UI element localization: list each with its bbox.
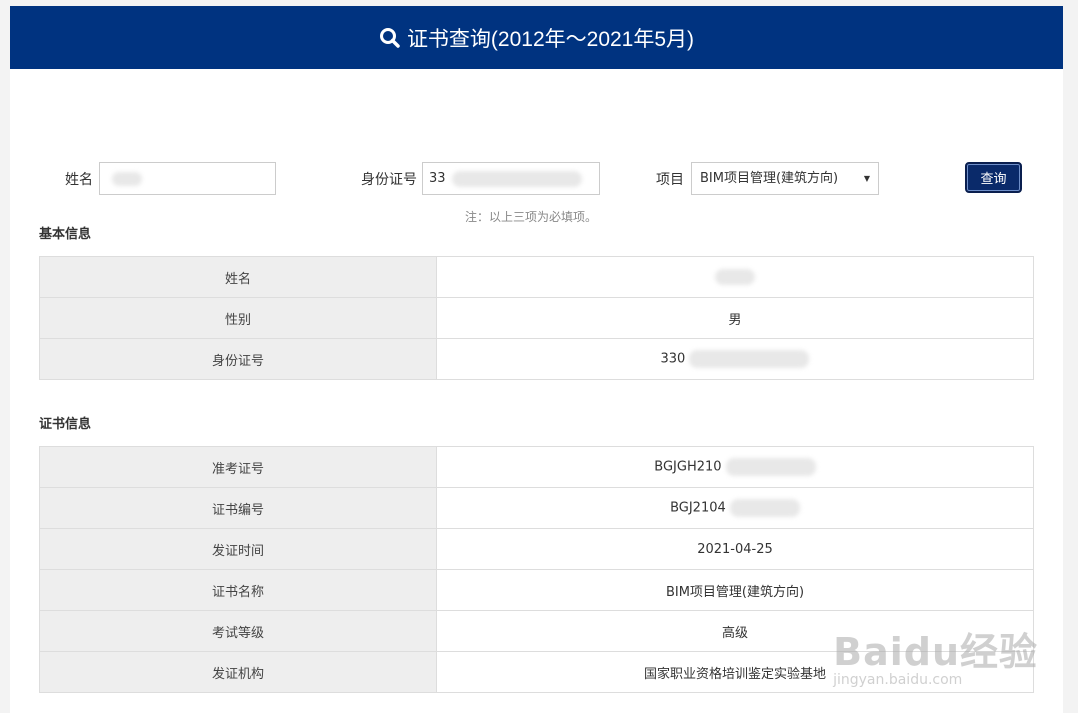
table-row: 姓名 — [39, 256, 1034, 298]
name-input[interactable] — [99, 162, 276, 195]
row-value — [436, 256, 1034, 298]
row-value: 330 — [436, 338, 1034, 380]
row-key: 证书名称 — [39, 569, 437, 611]
page: 证书查询(2012年～2021年5月) 姓名 身份证号 33 项目 BIM项目管… — [10, 6, 1063, 713]
cert-info-title: 证书信息 — [39, 417, 92, 432]
row-key: 性别 — [39, 297, 437, 339]
page-header: 证书查询(2012年～2021年5月) — [10, 6, 1063, 69]
project-select[interactable]: BIM项目管理(建筑方向) ▼ — [691, 162, 879, 195]
basic-info-title: 基本信息 — [39, 227, 92, 242]
table-row: 准考证号 BGJGH210 — [39, 446, 1034, 488]
row-key: 发证时间 — [39, 528, 437, 570]
table-row: 证书编号 BGJ2104 — [39, 487, 1034, 529]
row-key: 发证机构 — [39, 651, 437, 693]
redacted-blur — [725, 458, 816, 476]
table-row: 发证时间 2021-04-25 — [39, 528, 1034, 570]
redacted-blur — [451, 170, 582, 187]
project-label: 项目 — [656, 172, 684, 188]
search-icon — [379, 27, 400, 48]
required-note: 注：以上三项为必填项。 — [465, 210, 598, 224]
baidu-jingyan-watermark: Baidu经验 jingyan.baidu.com — [833, 621, 1038, 688]
row-value: BGJ2104 — [436, 487, 1034, 529]
id-label: 身份证号 — [361, 172, 417, 188]
row-value: BIM项目管理(建筑方向) — [436, 569, 1034, 611]
watermark-brand: Baidu经验 — [833, 630, 1038, 674]
row-key: 身份证号 — [39, 338, 437, 380]
redacted-blur — [729, 499, 800, 517]
table-row: 身份证号 330 — [39, 338, 1034, 380]
table-row: 性别 男 — [39, 297, 1034, 339]
row-value: 男 — [436, 297, 1034, 339]
basic-info-table: 姓名 性别 男 身份证号 330 — [39, 256, 1034, 380]
row-key: 证书编号 — [39, 487, 437, 529]
row-value: BGJGH210 — [436, 446, 1034, 488]
query-button[interactable]: 查询 — [965, 162, 1022, 193]
id-number-input[interactable]: 33 — [422, 162, 600, 195]
row-value: 2021-04-25 — [436, 528, 1034, 570]
caret-down-icon: ▼ — [863, 174, 870, 183]
row-key: 考试等级 — [39, 610, 437, 652]
redacted-blur — [112, 171, 142, 186]
redacted-blur — [689, 350, 810, 368]
query-form: 姓名 身份证号 33 项目 BIM项目管理(建筑方向) ▼ 查询 注：以上三项为… — [10, 69, 1063, 224]
redacted-blur — [715, 269, 755, 285]
row-key: 准考证号 — [39, 446, 437, 488]
table-row: 证书名称 BIM项目管理(建筑方向) — [39, 569, 1034, 611]
name-label: 姓名 — [65, 172, 93, 188]
page-title: 证书查询(2012年～2021年5月) — [406, 27, 695, 51]
row-key: 姓名 — [39, 256, 437, 298]
